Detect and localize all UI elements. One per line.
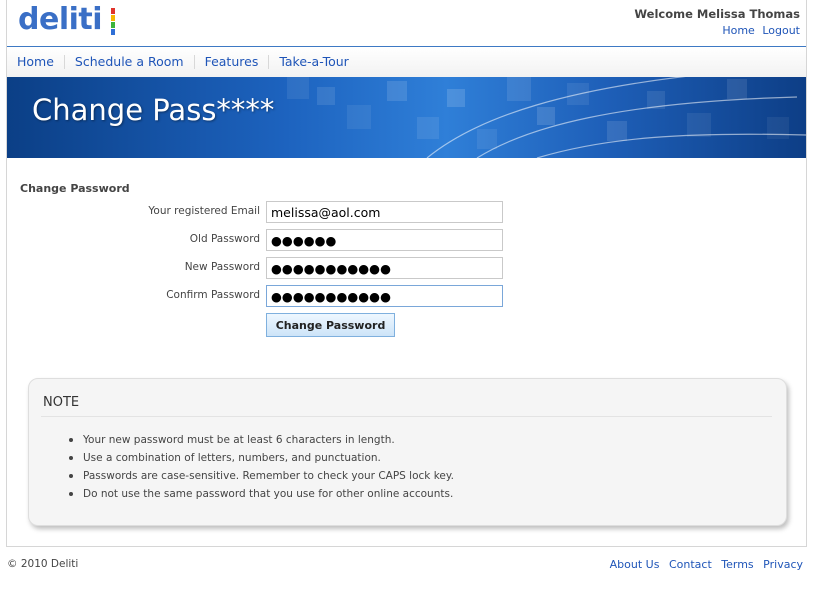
logout-link[interactable]: Logout [762, 24, 800, 37]
new-password-row: New Password [0, 257, 510, 279]
logo-color-bars [111, 8, 115, 35]
old-password-field[interactable] [266, 229, 503, 251]
form-section-title: Change Password [20, 182, 130, 195]
page-title: Change Pass**** [32, 93, 275, 127]
footer-about-us-link[interactable]: About Us [610, 558, 660, 571]
change-password-button[interactable]: Change Password [266, 313, 395, 337]
confirm-password-row: Confirm Password [0, 285, 510, 307]
nav-take-a-tour[interactable]: Take-a-Tour [268, 55, 358, 69]
nav-home[interactable]: Home [7, 55, 64, 69]
nav-features[interactable]: Features [193, 55, 269, 69]
note-item: Use a combination of letters, numbers, a… [69, 449, 454, 467]
old-password-label: Old Password [189, 233, 260, 245]
header-links: Home Logout [718, 24, 800, 37]
logo-bar-green [111, 22, 115, 28]
logo-text: deliti [18, 2, 103, 37]
main-nav: Home Schedule a Room Features Take-a-Tou… [7, 46, 806, 77]
note-title: NOTE [43, 395, 80, 410]
confirm-password-label: Confirm Password [166, 289, 260, 301]
confirm-password-field[interactable] [266, 285, 503, 307]
footer-privacy-link[interactable]: Privacy [763, 558, 803, 571]
new-password-field[interactable] [266, 257, 503, 279]
note-item: Passwords are case-sensitive. Remember t… [69, 467, 454, 485]
note-item: Do not use the same password that you us… [69, 485, 454, 503]
note-item: Your new password must be at least 6 cha… [69, 431, 454, 449]
note-divider [41, 416, 772, 417]
logo-bar-yellow [111, 15, 115, 21]
note-list: Your new password must be at least 6 cha… [69, 431, 454, 503]
note-panel: NOTE Your new password must be at least … [28, 378, 787, 526]
welcome-message: Welcome Melissa Thomas [634, 7, 800, 21]
header-home-link[interactable]: Home [722, 24, 754, 37]
logo-bar-red [111, 8, 115, 14]
email-field[interactable] [266, 201, 503, 223]
footer-contact-link[interactable]: Contact [669, 558, 712, 571]
footer-links: About Us Contact Terms Privacy [604, 558, 803, 571]
logo-bar-blue [111, 29, 115, 35]
nav-schedule-a-room[interactable]: Schedule a Room [63, 55, 194, 69]
site-logo[interactable]: deliti [18, 2, 103, 37]
page-banner: Change Pass**** [7, 77, 806, 158]
copyright: © 2010 Deliti [7, 558, 79, 570]
old-password-row: Old Password [0, 229, 510, 251]
new-password-label: New Password [184, 261, 260, 273]
email-label: Your registered Email [148, 205, 260, 217]
footer-terms-link[interactable]: Terms [721, 558, 753, 571]
email-row: Your registered Email [0, 201, 510, 223]
